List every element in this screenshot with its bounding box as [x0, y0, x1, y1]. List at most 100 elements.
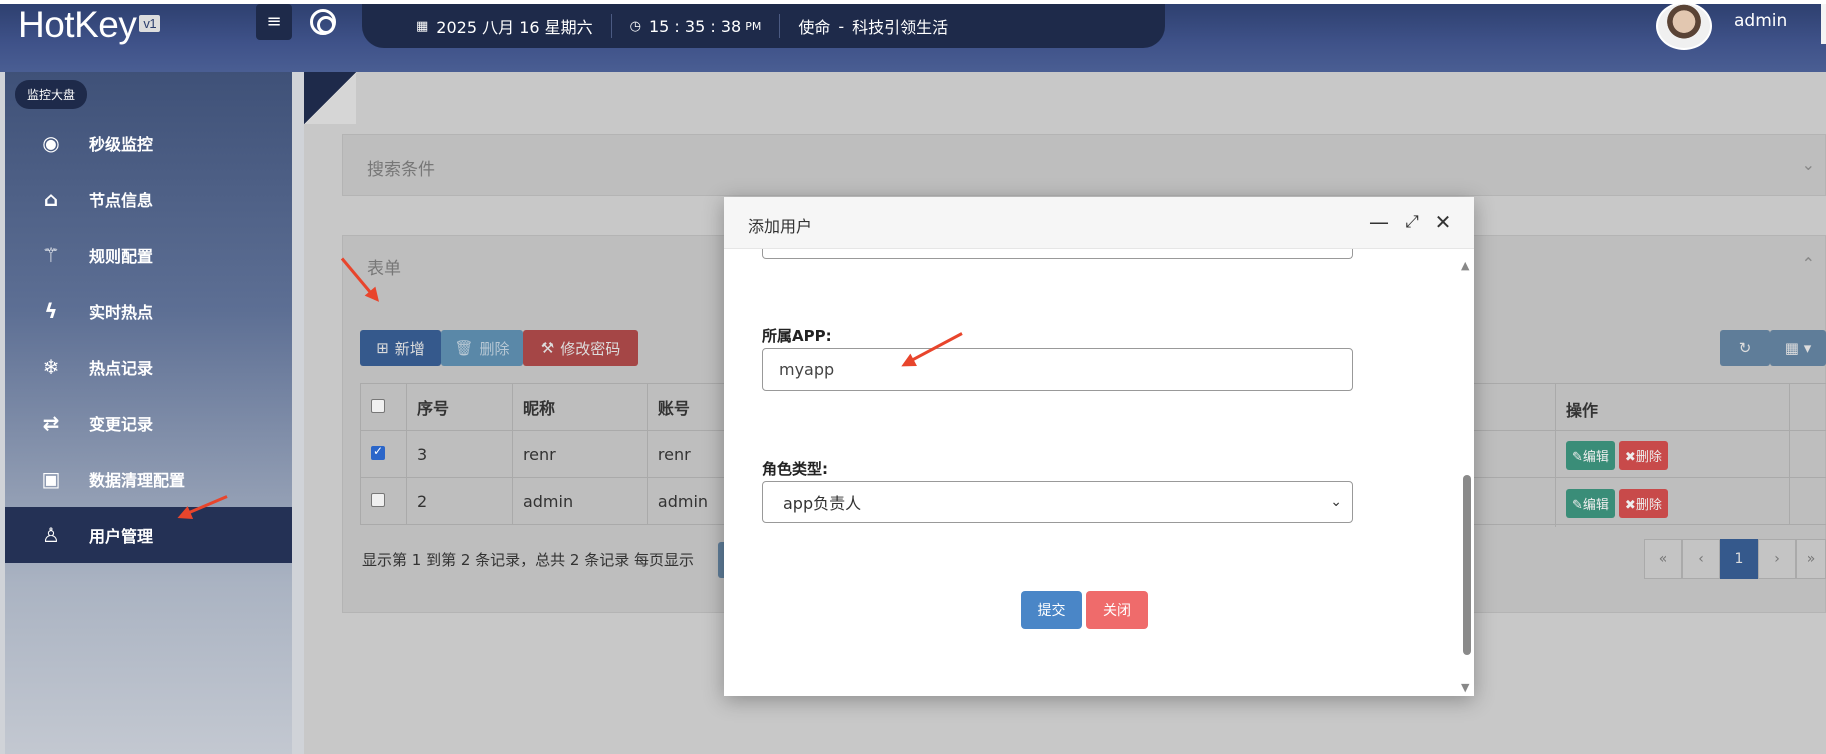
edit-button[interactable]: ✎编辑 — [1566, 489, 1615, 518]
minimize-icon[interactable]: — — [1368, 211, 1390, 233]
app-field-label: 所属APP: — [762, 327, 832, 345]
scrollbar-thumb[interactable] — [1463, 475, 1471, 655]
app-input[interactable]: myapp — [762, 348, 1353, 391]
delete-label: 删除 — [479, 339, 510, 358]
mission-display: 使命 - 科技引领生活 — [780, 14, 966, 38]
submit-button[interactable]: 提交 — [1021, 591, 1082, 629]
trash-icon: 🗑 — [454, 339, 474, 357]
clock-display: ◷ 15 : 35 : 38 PM — [612, 17, 780, 36]
select-all-cell[interactable] — [360, 383, 407, 431]
user-avatar[interactable] — [1656, 2, 1712, 50]
sidebar-item-change-records[interactable]: ⇄ 变更记录 — [5, 395, 292, 451]
date-display: ▦ 2025 八月 16 星期六 — [398, 14, 611, 38]
sidebar-item-label: 用户管理 — [89, 527, 154, 546]
sidebar-item-label: 秒级监控 — [89, 135, 154, 154]
top-navbar: HotKey v1 ≡ ▦ 2025 八月 16 星期六 ◷ 15 : 35 : … — [0, 0, 1826, 72]
search-panel-title[interactable]: 搜索条件 — [367, 155, 435, 180]
sidebar-item-hotspot-records[interactable]: ❄ 热点记录 — [5, 339, 292, 395]
eye-icon: ◉ — [42, 131, 60, 155]
row-actions: ✎编辑 ✖删除 — [1566, 441, 1672, 470]
columns-toggle-button[interactable]: ▦ ▾ — [1770, 330, 1826, 366]
add-user-modal: 添加用户 — ⤢ ✕ 所属APP: myapp 角色类型: app负责人 ⌄ 提… — [724, 197, 1474, 696]
edit-button[interactable]: ✎编辑 — [1566, 441, 1615, 470]
app-input-value: myapp — [779, 360, 835, 379]
column-header-nickname[interactable]: 昵称 — [511, 383, 648, 431]
select-all-checkbox[interactable] — [371, 398, 385, 413]
mission-label: 使命 — [798, 18, 831, 37]
add-button[interactable]: ⊞ 新增 — [360, 330, 441, 366]
prev-page-button[interactable]: ‹ — [1682, 539, 1720, 579]
mission-text: 科技引领生活 — [852, 18, 949, 37]
cubes-icon: ▣ — [41, 467, 61, 491]
chevron-up-icon[interactable]: ⌃ — [1802, 254, 1815, 273]
edit-label: 编辑 — [1582, 450, 1609, 465]
pagination-summary: 显示第 1 到第 2 条记录，总共 2 条记录 每页显示 — [362, 551, 695, 569]
column-header-actions: 操作 — [1566, 401, 1599, 420]
scroll-down-icon[interactable]: ▼ — [1461, 681, 1469, 694]
change-password-button[interactable]: ⚒ 修改密码 — [523, 330, 638, 366]
add-label: 新增 — [394, 339, 425, 358]
refresh-icon: ↻ — [1738, 339, 1752, 357]
app-logo[interactable]: HotKey v1 — [18, 4, 161, 46]
mission-separator: - — [838, 16, 845, 36]
sidebar-item-data-cleanup[interactable]: ▣ 数据清理配置 — [5, 451, 292, 507]
user-icon: ♙ — [42, 523, 60, 547]
sidebar-item-label: 变更记录 — [89, 415, 154, 434]
modal-scrollbar[interactable]: ▲ ▼ — [1459, 249, 1474, 696]
close-button[interactable]: 关闭 — [1086, 591, 1148, 629]
first-page-button[interactable]: « — [1644, 539, 1682, 579]
sidebar-item-user-management[interactable]: ♙ 用户管理 — [5, 507, 292, 563]
sidebar-item-label: 数据清理配置 — [89, 471, 186, 490]
sidebar-item-second-monitor[interactable]: ◉ 秒级监控 — [5, 115, 292, 171]
row-actions: ✎编辑 ✖删除 — [1566, 489, 1672, 518]
sidebar-item-rule-config[interactable]: ⚚ 规则配置 — [5, 227, 292, 283]
row-checkbox[interactable] — [371, 492, 385, 507]
change-password-label: 修改密码 — [560, 339, 621, 358]
form-panel-title: 表单 — [367, 259, 401, 279]
sidebar-item-realtime-hotspot[interactable]: ϟ 实时热点 — [5, 283, 292, 339]
edit-label: 编辑 — [1582, 498, 1609, 513]
time-text: 15 : 35 : 38 — [648, 16, 742, 36]
calendar-icon: ▦ — [416, 18, 429, 34]
corner-decoration — [304, 72, 356, 124]
scroll-up-icon[interactable]: ▲ — [1461, 259, 1469, 272]
sidebar-item-label: 规则配置 — [89, 247, 154, 266]
sidebar-item-label: 节点信息 — [89, 191, 154, 210]
plus-icon: ⊞ — [376, 339, 389, 357]
cell-index: 2 — [405, 477, 513, 525]
chevron-down-icon: ⌄ — [1330, 494, 1342, 510]
refresh-button[interactable]: ↻ — [1720, 330, 1770, 366]
wrench-icon: ⚒ — [540, 339, 555, 357]
retweet-icon: ⇄ — [42, 411, 60, 435]
home-icon: ⌂ — [43, 187, 59, 211]
username[interactable]: admin — [1734, 11, 1787, 31]
delete-button[interactable]: 🗑 删除 — [441, 330, 523, 366]
row-checkbox[interactable] — [371, 444, 385, 460]
actions-column: 操作 ✎编辑 ✖删除 ✎编辑 ✖删除 — [1555, 383, 1826, 527]
sidebar: 监控大盘 ◉ 秒级监控 ⌂ 节点信息 ⚚ 规则配置 ϟ 实时热点 ❄ 热点记录 … — [5, 72, 292, 754]
logo-text: HotKey — [18, 4, 137, 45]
next-page-button[interactable]: › — [1758, 539, 1796, 579]
role-field-label: 角色类型: — [762, 460, 828, 478]
maximize-icon[interactable]: ⤢ — [1401, 211, 1423, 233]
menu-toggle-button[interactable]: ≡ — [256, 4, 292, 40]
chevron-down-icon[interactable]: ⌄ — [1802, 155, 1815, 174]
edge-strip — [1821, 4, 1826, 44]
scrolled-field[interactable] — [762, 249, 1353, 259]
lifebuoy-icon[interactable] — [310, 9, 336, 35]
magic-icon: ⚚ — [42, 243, 60, 267]
sidebar-item-node-info[interactable]: ⌂ 节点信息 — [5, 171, 292, 227]
last-page-button[interactable]: » — [1796, 539, 1826, 579]
cell-index: 3 — [405, 430, 513, 478]
search-panel: 搜索条件 ⌄ — [342, 134, 1826, 196]
sidebar-item-label: 热点记录 — [89, 359, 154, 378]
page-1-button[interactable]: 1 — [1720, 539, 1758, 579]
column-header-index[interactable]: 序号 — [405, 383, 513, 431]
role-select[interactable]: app负责人 ⌄ — [762, 481, 1353, 523]
row-delete-button[interactable]: ✖删除 — [1618, 489, 1668, 518]
cell-nickname: renr — [511, 430, 648, 478]
close-icon[interactable]: ✕ — [1432, 211, 1454, 233]
row-delete-button[interactable]: ✖删除 — [1618, 441, 1668, 470]
version-badge: v1 — [139, 14, 161, 32]
ampm-text: PM — [745, 19, 762, 33]
